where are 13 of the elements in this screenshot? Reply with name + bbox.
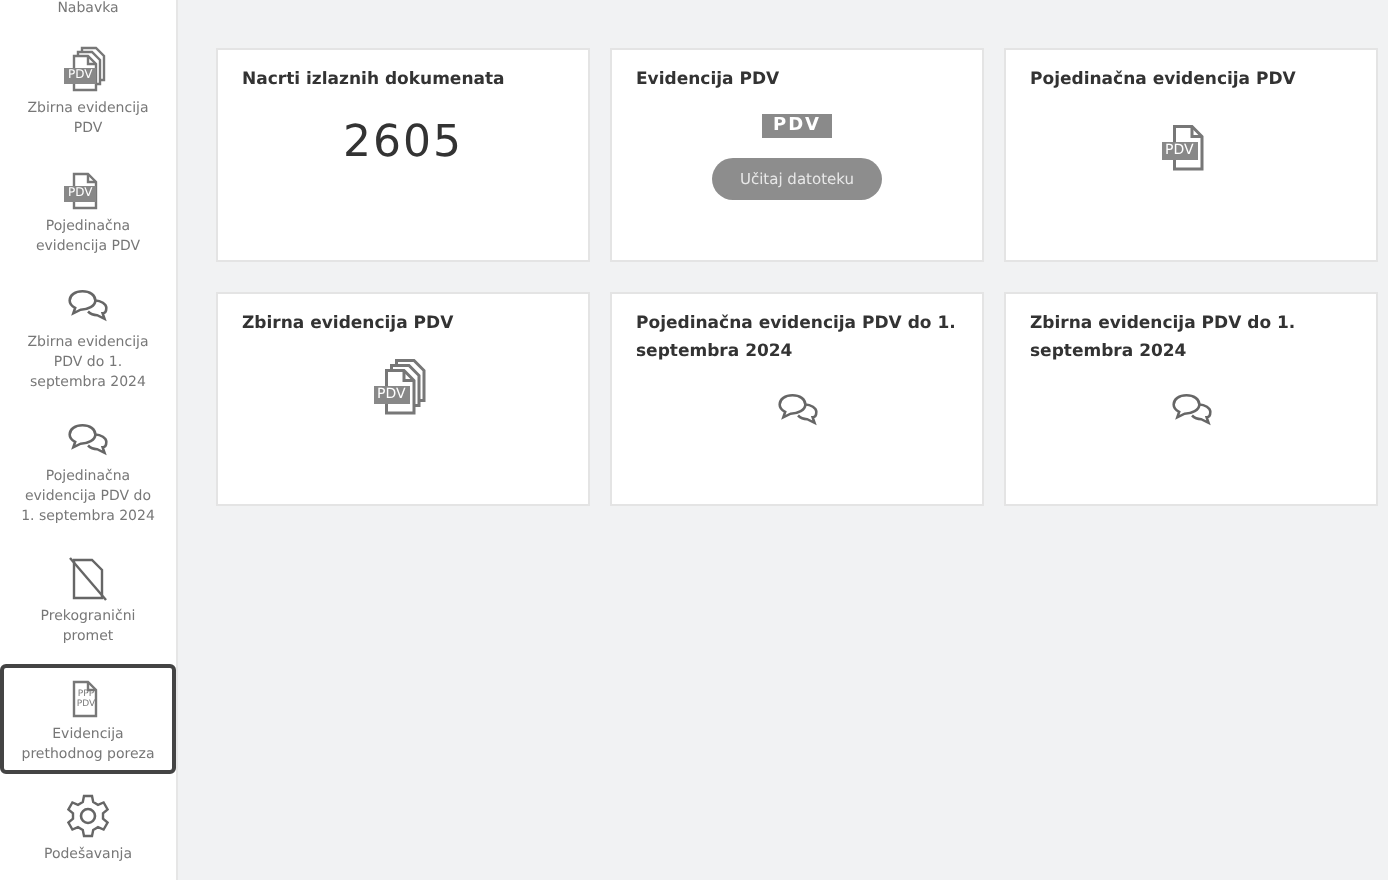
card-title: Zbirna evidencija PDV do 1. septembra 2024 (1030, 312, 1298, 367)
card-title: Zbirna evidencija PDV (242, 312, 456, 338)
settings-icon (64, 791, 112, 840)
crossed-document-icon (64, 553, 112, 602)
dashboard-card[interactable]: Nacrti izlaznih dokumenata 2605 (216, 48, 590, 262)
card-title: Nacrti izlaznih dokumenata (242, 68, 507, 94)
dashboard-card[interactable]: Pojedinačna evidencija PDV do 1. septembra 2024 (610, 292, 984, 506)
card-title: Pojedinačna evidencija PDV do 1. septembra 2024 (636, 312, 958, 367)
pdv-label: PDV (762, 114, 832, 139)
card-title: Evidencija PDV (636, 68, 782, 94)
document-count: 2605 (343, 118, 463, 169)
dashboard-card[interactable]: Zbirna evidencija PDV do 1. septembra 2024 (1004, 292, 1378, 506)
card-title: Pojedinačna evidencija PDV (1030, 68, 1298, 94)
